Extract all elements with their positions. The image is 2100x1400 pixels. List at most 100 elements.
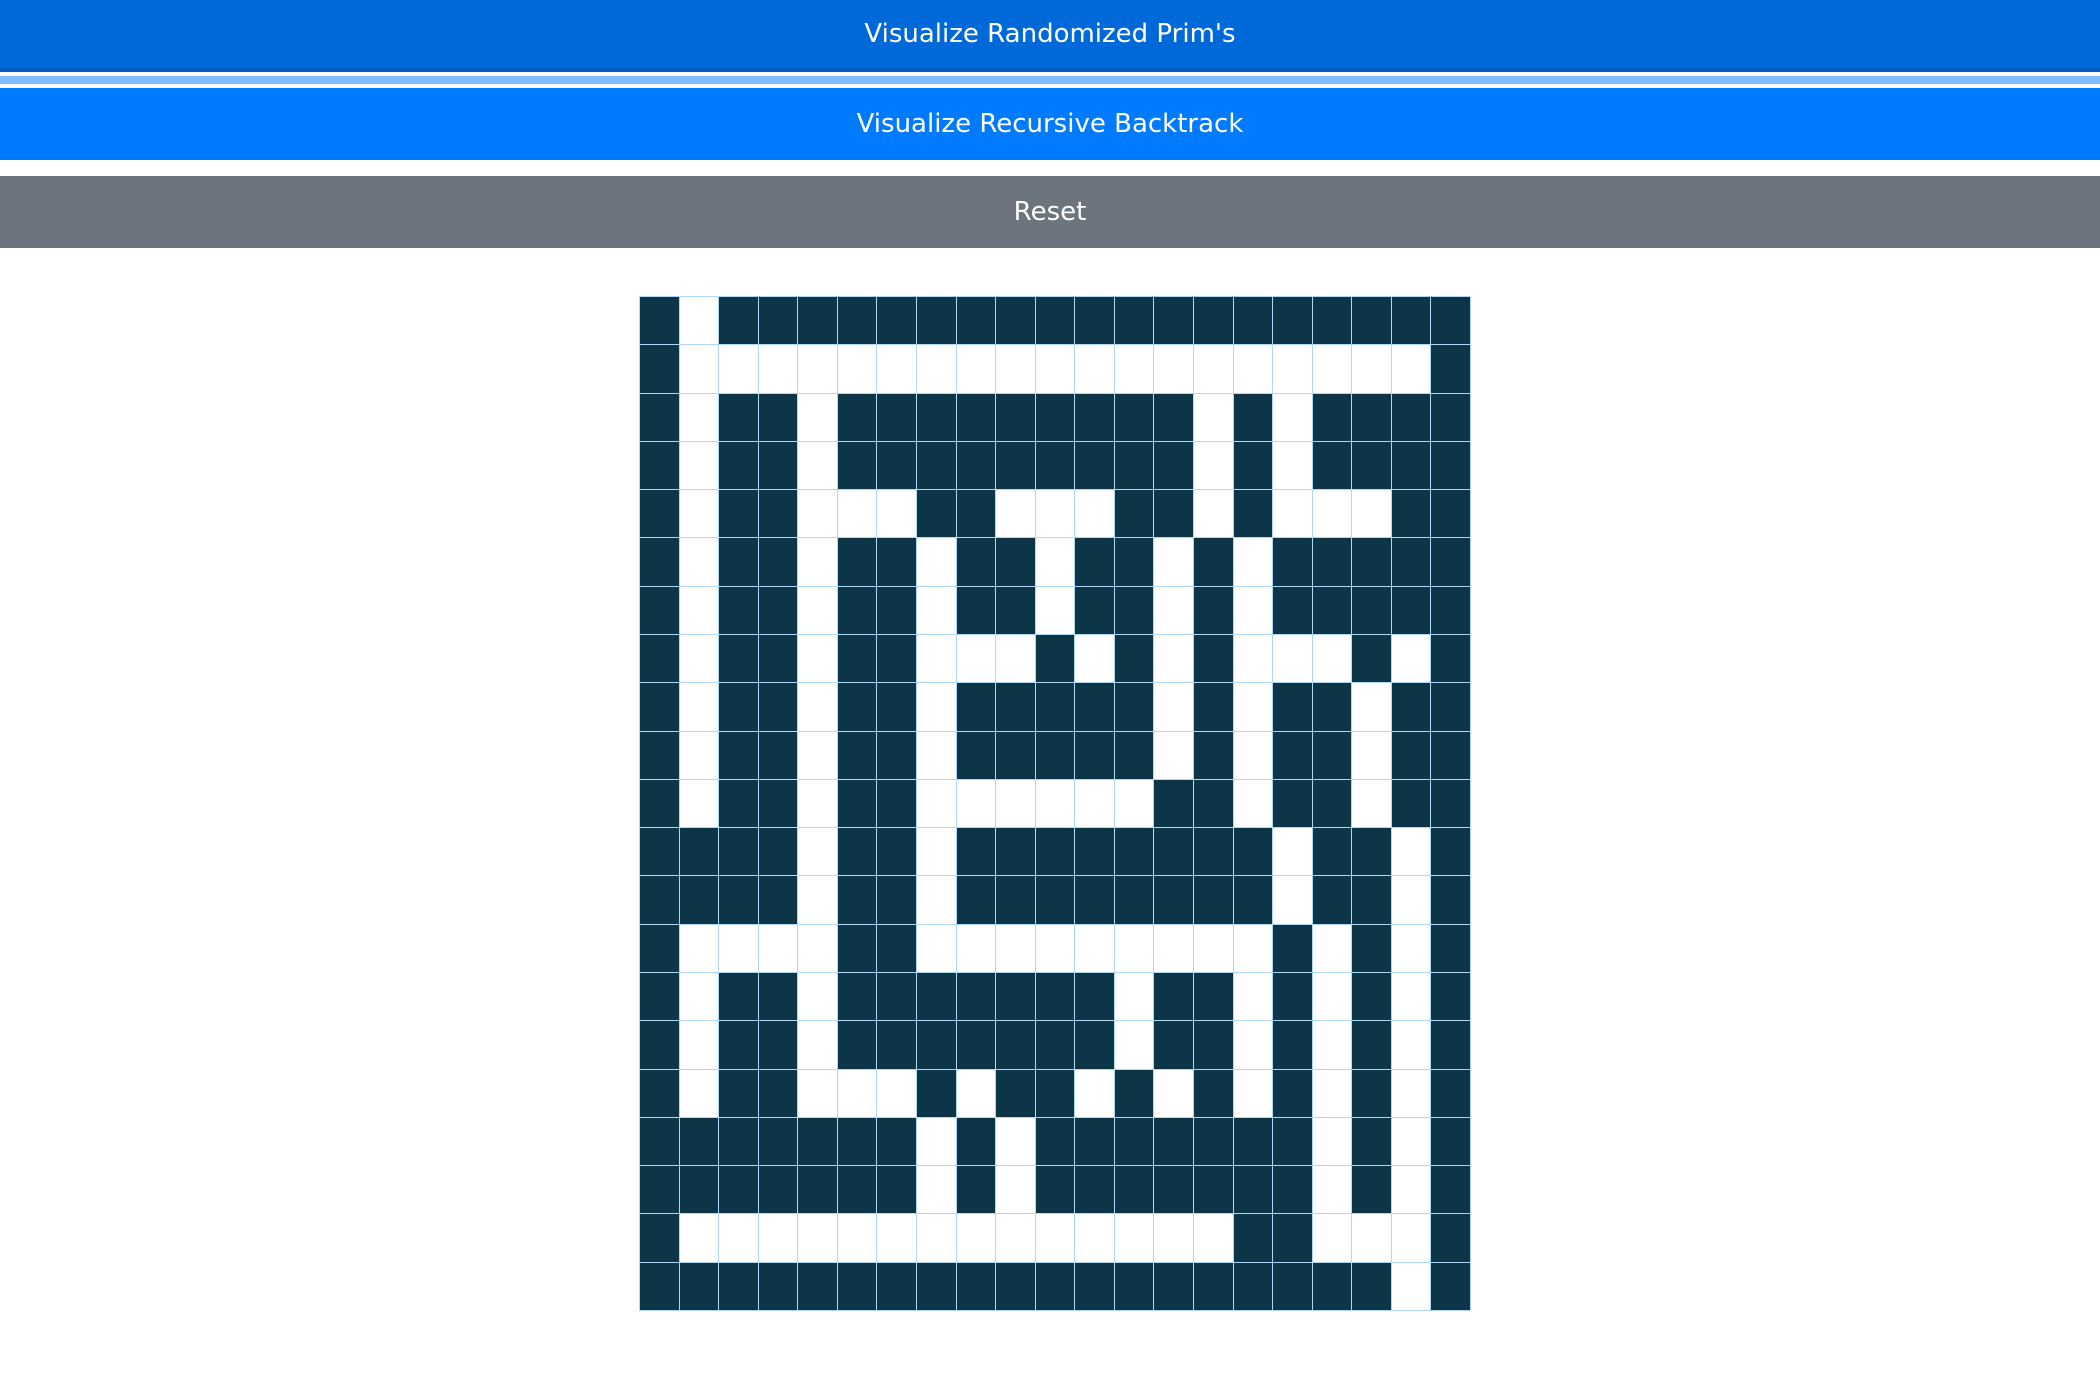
maze-wall-cell[interactable] [877, 1262, 917, 1311]
maze-wall-cell[interactable] [640, 393, 680, 442]
maze-wall-cell[interactable] [640, 1021, 680, 1070]
maze-wall-cell[interactable] [758, 297, 799, 346]
maze-wall-cell[interactable] [1194, 731, 1234, 780]
maze-wall-cell[interactable] [1352, 538, 1392, 587]
maze-path-cell[interactable] [679, 393, 720, 442]
maze-wall-cell[interactable] [956, 828, 997, 877]
maze-path-cell[interactable] [679, 972, 720, 1022]
maze-wall-cell[interactable] [758, 393, 799, 442]
maze-path-cell[interactable] [837, 490, 878, 539]
maze-wall-cell[interactable] [996, 441, 1036, 491]
maze-wall-cell[interactable] [1352, 393, 1392, 442]
maze-wall-cell[interactable] [1075, 876, 1115, 925]
maze-wall-cell[interactable] [640, 345, 680, 394]
maze-wall-cell[interactable] [1114, 683, 1155, 732]
maze-wall-cell[interactable] [719, 876, 759, 925]
maze-wall-cell[interactable] [917, 972, 957, 1022]
maze-path-cell[interactable] [1075, 1069, 1115, 1118]
maze-path-cell[interactable] [1312, 634, 1353, 684]
maze-wall-cell[interactable] [956, 441, 997, 491]
maze-path-cell[interactable] [679, 731, 720, 780]
maze-wall-cell[interactable] [917, 1021, 957, 1070]
maze-wall-cell[interactable] [719, 683, 759, 732]
maze-wall-cell[interactable] [1075, 1021, 1115, 1070]
maze-wall-cell[interactable] [1312, 393, 1353, 442]
maze-wall-cell[interactable] [1431, 1166, 1471, 1215]
maze-wall-cell[interactable] [640, 441, 680, 491]
maze-path-cell[interactable] [1312, 345, 1353, 394]
maze-path-cell[interactable] [917, 634, 957, 684]
maze-wall-cell[interactable] [719, 393, 759, 442]
reset-button[interactable]: Reset [0, 176, 2100, 248]
maze-wall-cell[interactable] [837, 297, 878, 346]
maze-wall-cell[interactable] [877, 1166, 917, 1215]
maze-wall-cell[interactable] [1035, 1021, 1076, 1070]
maze-wall-cell[interactable] [1431, 538, 1471, 587]
maze-wall-cell[interactable] [1312, 297, 1353, 346]
maze-wall-cell[interactable] [640, 1166, 680, 1215]
maze-path-cell[interactable] [1273, 441, 1313, 491]
maze-path-cell[interactable] [917, 586, 957, 635]
maze-wall-cell[interactable] [640, 1262, 680, 1311]
maze-path-cell[interactable] [679, 1214, 720, 1263]
maze-wall-cell[interactable] [1194, 538, 1234, 587]
maze-wall-cell[interactable] [1035, 683, 1076, 732]
maze-path-cell[interactable] [996, 1214, 1036, 1263]
maze-path-cell[interactable] [917, 924, 957, 973]
maze-path-cell[interactable] [679, 683, 720, 732]
maze-wall-cell[interactable] [1233, 393, 1274, 442]
maze-path-cell[interactable] [1352, 731, 1392, 780]
visualize-recursive-backtrack-button[interactable]: Visualize Recursive Backtrack [0, 88, 2100, 160]
maze-wall-cell[interactable] [1154, 297, 1194, 346]
maze-path-cell[interactable] [758, 924, 799, 973]
maze-path-cell[interactable] [758, 345, 799, 394]
maze-wall-cell[interactable] [1194, 876, 1234, 925]
maze-wall-cell[interactable] [1114, 1117, 1155, 1167]
maze-wall-cell[interactable] [1233, 297, 1274, 346]
maze-wall-cell[interactable] [719, 779, 759, 829]
maze-wall-cell[interactable] [877, 876, 917, 925]
maze-wall-cell[interactable] [1075, 731, 1115, 780]
maze-wall-cell[interactable] [758, 779, 799, 829]
maze-wall-cell[interactable] [996, 972, 1036, 1022]
maze-wall-cell[interactable] [1312, 441, 1353, 491]
maze-wall-cell[interactable] [1273, 779, 1313, 829]
maze-path-cell[interactable] [1035, 538, 1076, 587]
maze-path-cell[interactable] [798, 586, 838, 635]
maze-wall-cell[interactable] [1273, 1021, 1313, 1070]
maze-path-cell[interactable] [877, 490, 917, 539]
maze-path-cell[interactable] [917, 731, 957, 780]
maze-wall-cell[interactable] [1431, 586, 1471, 635]
maze-wall-cell[interactable] [917, 1069, 957, 1118]
maze-path-cell[interactable] [996, 490, 1036, 539]
maze-wall-cell[interactable] [956, 1166, 997, 1215]
maze-path-cell[interactable] [1194, 345, 1234, 394]
maze-path-cell[interactable] [1233, 1069, 1274, 1118]
maze-wall-cell[interactable] [837, 586, 878, 635]
maze-wall-cell[interactable] [837, 779, 878, 829]
maze-wall-cell[interactable] [1431, 731, 1471, 780]
maze-wall-cell[interactable] [719, 586, 759, 635]
maze-wall-cell[interactable] [1431, 345, 1471, 394]
maze-wall-cell[interactable] [1431, 393, 1471, 442]
maze-path-cell[interactable] [1273, 828, 1313, 877]
maze-path-cell[interactable] [956, 1214, 997, 1263]
maze-wall-cell[interactable] [877, 297, 917, 346]
maze-path-cell[interactable] [679, 634, 720, 684]
maze-wall-cell[interactable] [679, 876, 720, 925]
maze-wall-cell[interactable] [917, 393, 957, 442]
maze-wall-cell[interactable] [1035, 393, 1076, 442]
maze-wall-cell[interactable] [1035, 1166, 1076, 1215]
maze-path-cell[interactable] [917, 538, 957, 587]
maze-wall-cell[interactable] [1035, 1069, 1076, 1118]
maze-wall-cell[interactable] [1431, 1214, 1471, 1263]
maze-wall-cell[interactable] [996, 731, 1036, 780]
maze-wall-cell[interactable] [877, 972, 917, 1022]
maze-path-cell[interactable] [1391, 1166, 1432, 1215]
maze-wall-cell[interactable] [1075, 441, 1115, 491]
maze-wall-cell[interactable] [1154, 972, 1194, 1022]
maze-path-cell[interactable] [798, 634, 838, 684]
maze-wall-cell[interactable] [1114, 538, 1155, 587]
maze-wall-cell[interactable] [719, 297, 759, 346]
maze-wall-cell[interactable] [1233, 1166, 1274, 1215]
